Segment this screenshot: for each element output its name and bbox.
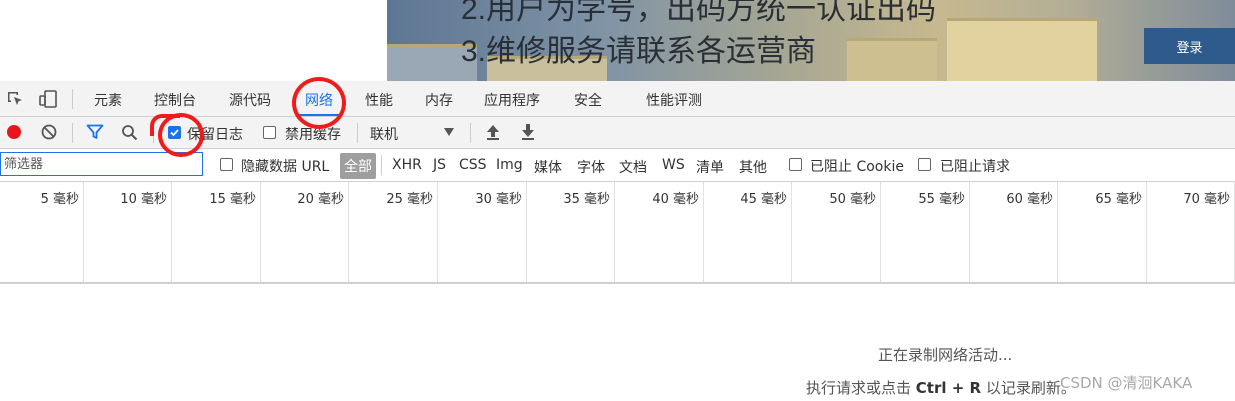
type-filter-font[interactable]: 字体 xyxy=(577,157,605,177)
import-icon[interactable] xyxy=(485,123,501,141)
network-empty-state: 正在录制网络活动... 执行请求或点击 Ctrl + R 以记录刷新。 xyxy=(0,284,1235,401)
reload-hint-text: 执行请求或点击 Ctrl + R 以记录刷新。 xyxy=(806,377,1076,398)
separator xyxy=(153,123,154,143)
blocked-cookies-label: 已阻止 Cookie xyxy=(810,159,904,175)
timeline-tick-label: 60 毫秒 xyxy=(1006,192,1053,207)
type-filter-media[interactable]: 媒体 xyxy=(534,157,562,177)
banner-image: 2.用户为学号，出码方统一认证出码 3.维修服务请联系各运营商 登录 xyxy=(387,0,1235,81)
timeline-gridline xyxy=(880,182,881,282)
tab-console[interactable]: 控制台 xyxy=(154,90,196,110)
timeline-gridline xyxy=(969,182,970,282)
inspect-icon[interactable] xyxy=(6,90,24,108)
type-filter-js[interactable]: JS xyxy=(433,157,446,173)
type-filter-ws[interactable]: WS xyxy=(662,157,685,173)
devtools-panel: 元素 控制台 源代码 网络 性能 内存 应用程序 安全 性能评测 保留日志 禁用… xyxy=(0,81,1235,401)
recording-status-text: 正在录制网络活动... xyxy=(878,346,1013,364)
separator xyxy=(72,89,73,109)
active-tab-indicator xyxy=(298,114,342,116)
hint-prefix: 执行请求或点击 xyxy=(806,379,912,397)
tab-memory[interactable]: 内存 xyxy=(425,90,453,110)
timeline-tick-label: 55 毫秒 xyxy=(918,192,965,207)
timeline-overview[interactable]: 5 毫秒 10 毫秒 15 毫秒 20 毫秒 25 毫秒 30 毫秒 35 毫秒 40 毫秒 4… xyxy=(0,182,1235,284)
tab-lighthouse[interactable]: 性能评测 xyxy=(646,90,702,110)
tab-performance[interactable]: 性能 xyxy=(365,90,393,110)
timeline-gridline xyxy=(614,182,615,282)
throttling-select[interactable]: 联机 xyxy=(370,124,398,144)
filter-input[interactable] xyxy=(0,152,203,176)
timeline-gridline xyxy=(171,182,172,282)
preserve-log-checkbox[interactable] xyxy=(168,126,181,139)
timeline-tick-label: 10 毫秒 xyxy=(120,192,167,207)
disable-cache-label: 禁用缓存 xyxy=(285,127,341,143)
search-icon[interactable] xyxy=(121,124,138,141)
record-icon[interactable] xyxy=(6,124,22,140)
dropdown-arrow-icon[interactable] xyxy=(443,127,455,137)
blocked-requests-checkbox[interactable] xyxy=(918,158,931,171)
separator xyxy=(72,123,73,143)
tab-application[interactable]: 应用程序 xyxy=(484,90,540,110)
timeline-gridline xyxy=(703,182,704,282)
blocked-requests-label: 已阻止请求 xyxy=(940,159,1010,175)
timeline-gridline xyxy=(526,182,527,282)
devtools-tab-bar: 元素 控制台 源代码 网络 性能 内存 应用程序 安全 性能评测 xyxy=(0,81,1235,117)
type-filter-manifest[interactable]: 清单 xyxy=(696,157,724,177)
type-filter-xhr[interactable]: XHR xyxy=(392,157,422,173)
separator xyxy=(357,123,358,143)
timeline-gridline xyxy=(791,182,792,282)
clear-icon[interactable] xyxy=(41,124,57,140)
timeline-tick-label: 45 毫秒 xyxy=(740,192,787,207)
timeline-gridline xyxy=(260,182,261,282)
timeline-tick-label: 15 毫秒 xyxy=(209,192,256,207)
tab-network[interactable]: 网络 xyxy=(305,90,333,110)
export-icon[interactable] xyxy=(520,123,536,141)
device-toggle-icon[interactable] xyxy=(38,89,58,109)
disable-cache-checkbox[interactable] xyxy=(263,126,276,139)
timeline-tick-label: 20 毫秒 xyxy=(297,192,344,207)
type-filter-all[interactable]: 全部 xyxy=(340,153,376,179)
timeline-tick-label: 5 毫秒 xyxy=(40,192,79,207)
separator xyxy=(470,123,471,143)
timeline-tick-label: 50 毫秒 xyxy=(829,192,876,207)
timeline-tick-label: 65 毫秒 xyxy=(1095,192,1142,207)
timeline-gridline xyxy=(83,182,84,282)
watermark-text: CSDN @清洄KAKA xyxy=(1060,374,1193,392)
login-button[interactable]: 登录 xyxy=(1144,28,1235,64)
filter-bar: 隐藏数据 URL 全部 XHR JS CSS Img 媒体 字体 文档 WS 清… xyxy=(0,149,1235,182)
tab-sources[interactable]: 源代码 xyxy=(229,90,271,110)
timeline-tick-label: 25 毫秒 xyxy=(386,192,433,207)
timeline-gridline xyxy=(1057,182,1058,282)
type-filter-doc[interactable]: 文档 xyxy=(619,157,647,177)
hint-shortcut: Ctrl + R xyxy=(915,379,982,397)
building-shape xyxy=(847,38,937,81)
tab-security[interactable]: 安全 xyxy=(574,90,602,110)
webpage-area: 2.用户为学号，出码方统一认证出码 3.维修服务请联系各运营商 登录 xyxy=(0,0,1235,81)
timeline-gridline xyxy=(1146,182,1147,282)
type-filter-other[interactable]: 其他 xyxy=(739,157,767,177)
filter-icon[interactable] xyxy=(86,124,104,140)
timeline-tick-label: 40 毫秒 xyxy=(652,192,699,207)
banner-text-line-1: 2.用户为学号，出码方统一认证出码 xyxy=(461,0,937,26)
tab-elements[interactable]: 元素 xyxy=(94,90,122,110)
timeline-tick-label: 30 毫秒 xyxy=(475,192,522,207)
preserve-log-label: 保留日志 xyxy=(187,127,243,143)
separator xyxy=(381,155,382,175)
type-filter-css[interactable]: CSS xyxy=(459,157,487,173)
hide-data-urls-label: 隐藏数据 URL xyxy=(241,159,330,175)
banner-text-line-2: 3.维修服务请联系各运营商 xyxy=(461,35,817,68)
timeline-tick-label: 35 毫秒 xyxy=(563,192,610,207)
type-filter-img[interactable]: Img xyxy=(496,157,523,173)
blocked-cookies-checkbox[interactable] xyxy=(789,158,802,171)
timeline-gridline xyxy=(348,182,349,282)
network-toolbar: 保留日志 禁用缓存 联机 xyxy=(0,117,1235,149)
timeline-tick-label: 70 毫秒 xyxy=(1183,192,1230,207)
hide-data-urls-checkbox[interactable] xyxy=(220,158,233,171)
building-shape xyxy=(947,18,1097,81)
timeline-gridline xyxy=(437,182,438,282)
